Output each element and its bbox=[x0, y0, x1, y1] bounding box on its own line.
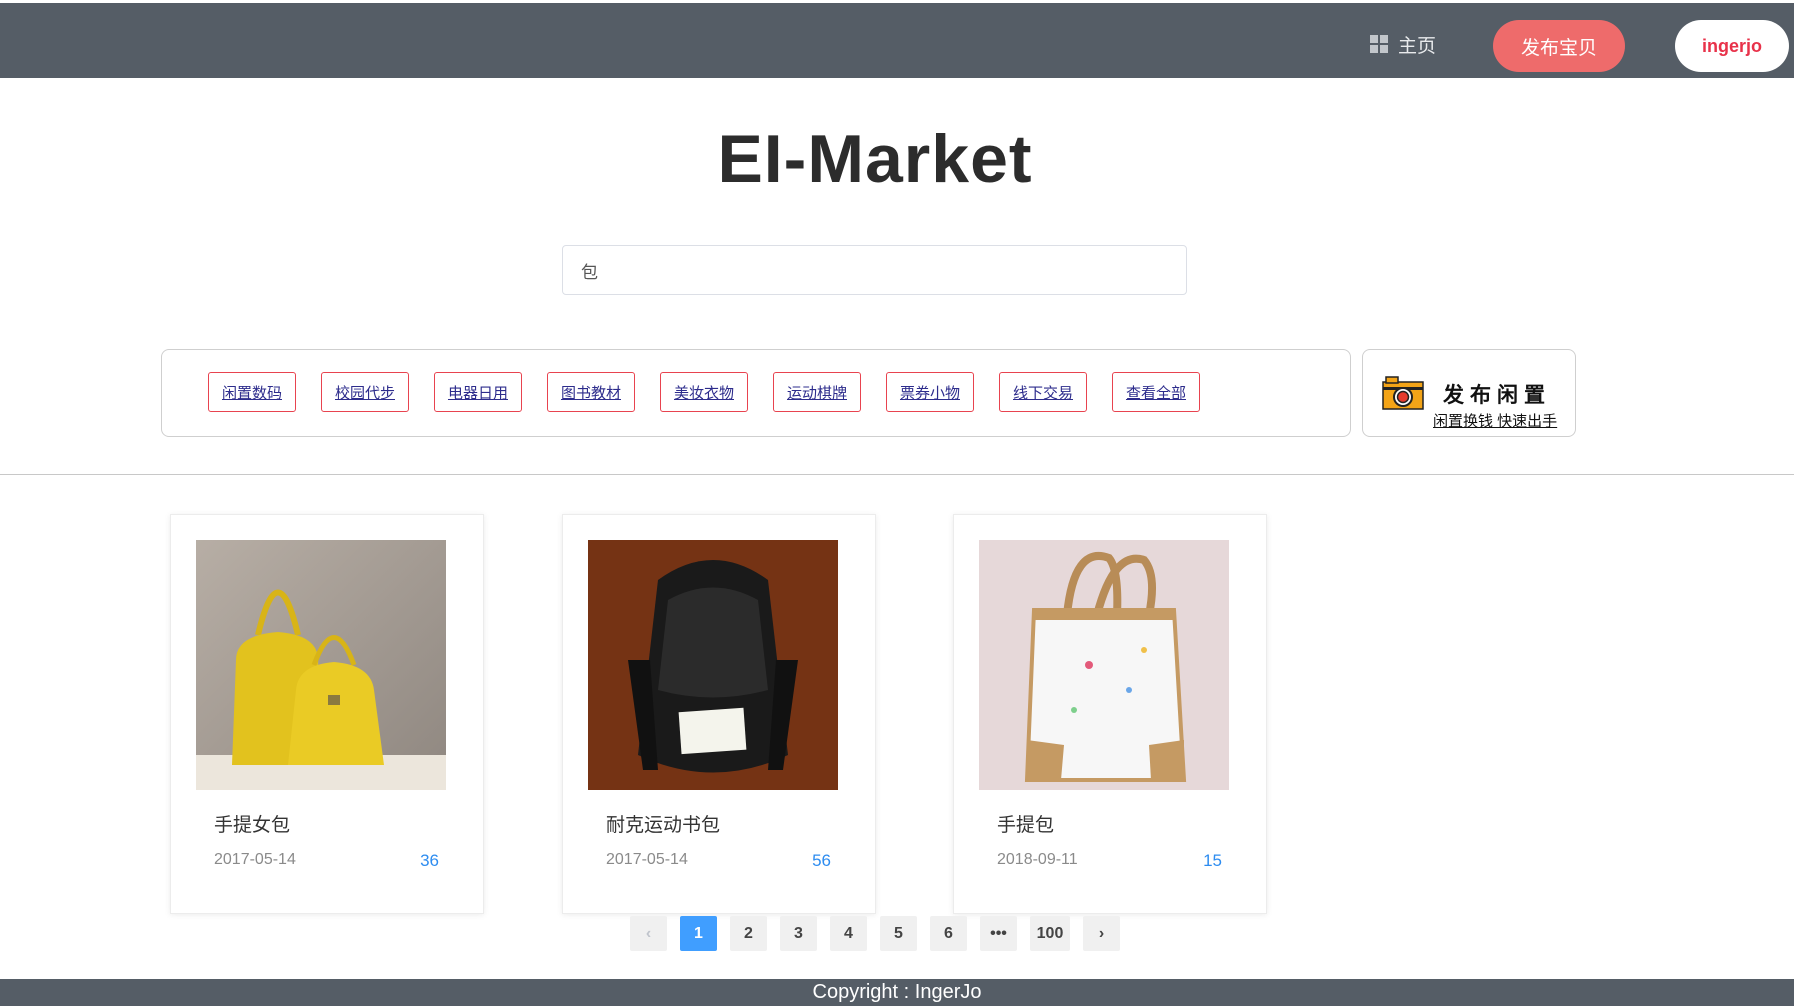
product-card[interactable]: 耐克运动书包 2017-05-14 56 bbox=[562, 514, 876, 914]
publish-idle-card[interactable]: 发布闲置 闲置换钱 快速出手 bbox=[1362, 349, 1576, 437]
category-link-appliances[interactable]: 电器日用 bbox=[434, 372, 522, 412]
nav-home-label: 主页 bbox=[1398, 35, 1437, 57]
category-link-transport[interactable]: 校园代步 bbox=[321, 372, 409, 412]
product-name: 耐克运动书包 bbox=[606, 815, 721, 836]
pagination-next-button[interactable]: › bbox=[1083, 916, 1120, 951]
user-button[interactable]: ingerjo bbox=[1675, 20, 1789, 72]
product-views: 15 bbox=[1203, 851, 1222, 870]
category-link-beauty-clothing[interactable]: 美妆衣物 bbox=[660, 372, 748, 412]
footer: Copyright : IngerJo bbox=[0, 979, 1794, 1006]
publish-button[interactable]: 发布宝贝 bbox=[1493, 20, 1625, 72]
category-link-sports[interactable]: 运动棋牌 bbox=[773, 372, 861, 412]
site-title: EI-Market bbox=[717, 121, 1033, 197]
page: 主页 发布宝贝 ingerjo EI-Market 闲置数码 校园代步 电器日用… bbox=[0, 0, 1794, 1006]
grid-icon bbox=[1370, 35, 1388, 53]
pagination-ellipsis[interactable]: ••• bbox=[980, 916, 1017, 951]
category-list: 闲置数码 校园代步 电器日用 图书教材 美妆衣物 运动棋牌 票券小物 线下交易 … bbox=[208, 372, 1200, 412]
product-date: 2017-05-14 bbox=[214, 851, 296, 868]
pagination: ‹ 1 2 3 4 5 6 ••• 100 › bbox=[630, 916, 1120, 951]
pagination-page-button[interactable]: 6 bbox=[930, 916, 967, 951]
pagination-page-button[interactable]: 1 bbox=[680, 916, 717, 951]
category-link-tickets[interactable]: 票券小物 bbox=[886, 372, 974, 412]
pagination-page-button[interactable]: 3 bbox=[780, 916, 817, 951]
publish-card-subtitle: 闲置换钱 快速出手 bbox=[1433, 413, 1558, 430]
category-link-all[interactable]: 查看全部 bbox=[1112, 372, 1200, 412]
pagination-page-button[interactable]: 2 bbox=[730, 916, 767, 951]
product-image-white-tote-bag bbox=[979, 540, 1229, 790]
pagination-prev-button[interactable]: ‹ bbox=[630, 916, 667, 951]
product-views: 56 bbox=[812, 851, 831, 870]
pagination-last-page-button[interactable]: 100 bbox=[1030, 916, 1070, 951]
product-card[interactable]: 手提女包 2017-05-14 36 bbox=[170, 514, 484, 914]
divider bbox=[0, 474, 1794, 475]
product-card[interactable]: 手提包 2018-09-11 15 bbox=[953, 514, 1267, 914]
top-navbar: 主页 发布宝贝 ingerjo bbox=[0, 3, 1794, 78]
product-date: 2018-09-11 bbox=[997, 851, 1078, 868]
pagination-page-button[interactable]: 5 bbox=[880, 916, 917, 951]
product-image-black-backpack bbox=[588, 540, 838, 790]
product-date: 2017-05-14 bbox=[606, 851, 688, 868]
camera-icon bbox=[1382, 376, 1424, 410]
nav-home-link[interactable]: 主页 bbox=[1370, 29, 1436, 59]
category-link-books[interactable]: 图书教材 bbox=[547, 372, 635, 412]
category-link-digital[interactable]: 闲置数码 bbox=[208, 372, 296, 412]
pagination-page-button[interactable]: 4 bbox=[830, 916, 867, 951]
publish-card-title: 发布闲置 bbox=[1443, 384, 1551, 407]
product-image-yellow-handbags bbox=[196, 540, 446, 790]
category-link-offline[interactable]: 线下交易 bbox=[999, 372, 1087, 412]
product-name: 手提包 bbox=[997, 815, 1055, 836]
search-input[interactable] bbox=[562, 245, 1187, 295]
category-panel: 闲置数码 校园代步 电器日用 图书教材 美妆衣物 运动棋牌 票券小物 线下交易 … bbox=[161, 349, 1351, 437]
product-name: 手提女包 bbox=[214, 815, 291, 836]
product-views: 36 bbox=[420, 851, 439, 870]
